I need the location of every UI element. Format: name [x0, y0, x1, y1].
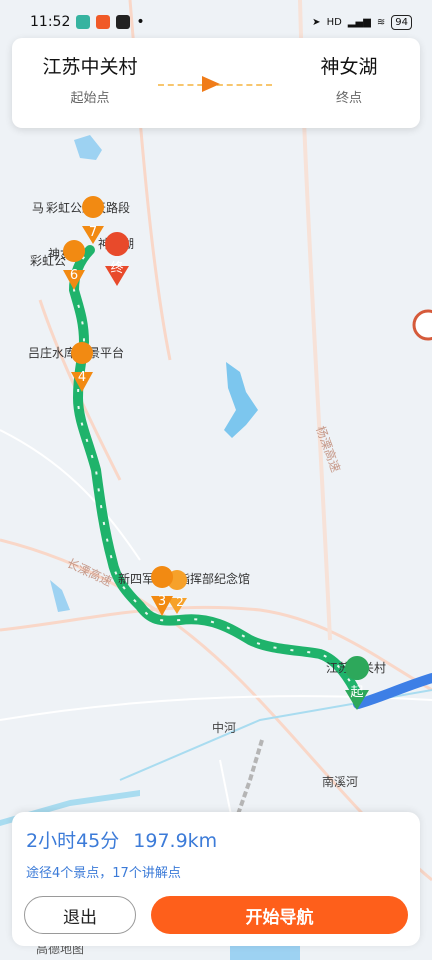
- summary-info: 途径4个景点，17个讲解点: [26, 866, 181, 881]
- summary-distance: 197.9km: [133, 830, 218, 852]
- end-sub: 终点: [335, 91, 362, 106]
- marker-7-label: 7: [89, 225, 97, 240]
- wifi-icon: ≋: [376, 16, 386, 28]
- marker-6-label: 6: [70, 268, 78, 283]
- marker-end-label: 终: [110, 260, 123, 276]
- start-sub: 起始点: [70, 91, 110, 106]
- marker-4-label: 4: [78, 370, 86, 385]
- label-rainbow-short: 彩虹公: [30, 254, 66, 268]
- status-dot: •: [136, 14, 145, 30]
- start-point[interactable]: 江苏中关村 起始点: [38, 52, 142, 106]
- marker-2-label: 2: [176, 595, 184, 609]
- app-notification-icon: [76, 15, 91, 29]
- end-name: 神女湖: [320, 56, 378, 78]
- start-navigation-button[interactable]: 开始导航: [151, 896, 408, 934]
- exit-button[interactable]: 退出: [24, 896, 136, 934]
- signal-icon: ▂▄▆: [347, 16, 371, 28]
- marker-start-label: 起: [350, 685, 363, 700]
- summary-line: 2小时45分 197.9km: [26, 826, 231, 853]
- app-icon: [116, 15, 131, 29]
- label-nanxi: 南溪河: [322, 774, 358, 789]
- network-label: HD: [326, 16, 342, 28]
- marker-3-label: 3: [158, 594, 166, 609]
- video-app-icon: [96, 15, 111, 29]
- end-point[interactable]: 神女湖 终点: [304, 52, 394, 106]
- route-summary-panel: 2小时45分 197.9km 途径4个景点，17个讲解点 退出 开始导航: [12, 812, 420, 946]
- status-time: 11:52: [30, 14, 71, 30]
- label-zhonghe: 中河: [212, 720, 236, 735]
- start-name: 江苏中关村: [42, 56, 138, 78]
- label-ma: 马: [32, 201, 44, 215]
- route-card: 江苏中关村 起始点 神女湖 终点: [12, 38, 420, 128]
- battery-indicator: 94: [391, 14, 412, 30]
- direction-arrow-icon: [202, 76, 220, 92]
- summary-duration: 2小时45分: [26, 830, 120, 852]
- location-icon: ➤: [312, 16, 321, 28]
- poi-badge-icon[interactable]: [412, 309, 432, 341]
